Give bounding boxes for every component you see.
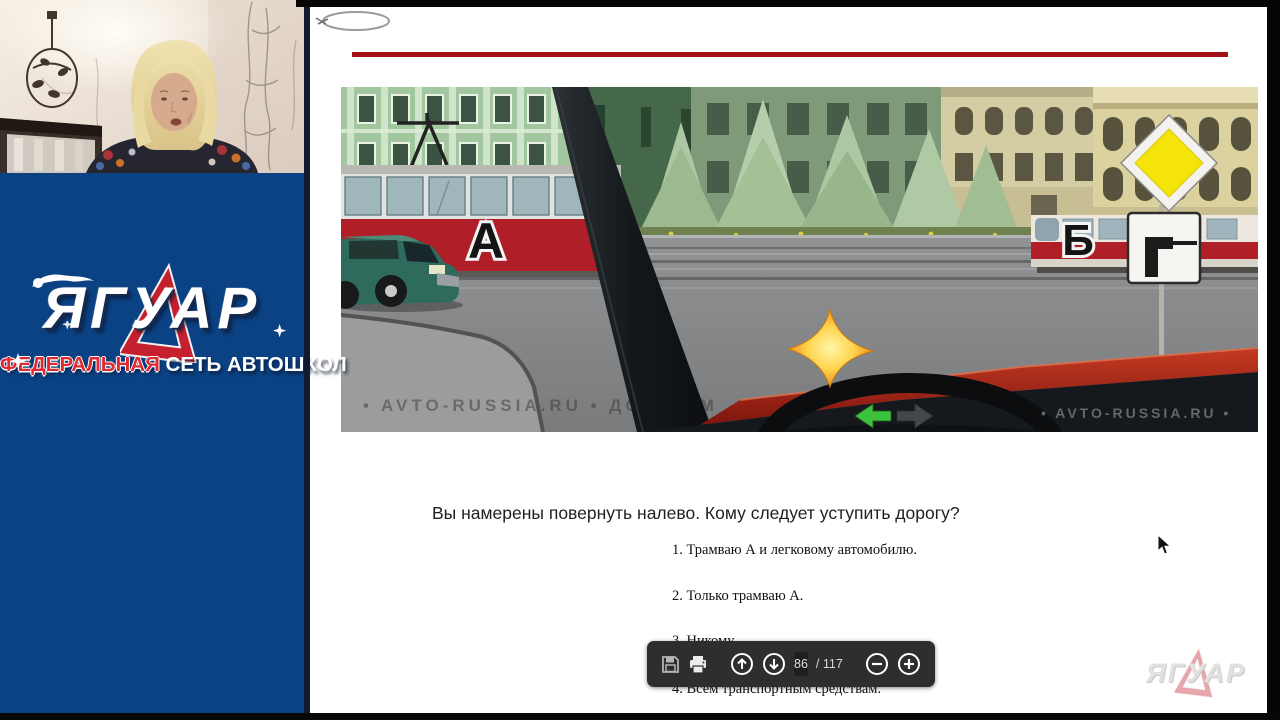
page-total: / 117 (815, 657, 843, 671)
ellipse-doodle (315, 11, 390, 31)
sidebar-branding-panel: ЯГУАР ФЕДЕРАЛЬНАЯ СЕТЬ АВТОШКОЛ (0, 173, 347, 713)
page-down-icon (763, 653, 785, 675)
zoom-out-icon (865, 653, 888, 675)
slide-watermark-right: • AVTO-RUSSIA.RU • (1041, 405, 1231, 421)
fullscreen-icon (943, 653, 964, 675)
webcam-video (0, 0, 304, 173)
presenter-scene (0, 0, 304, 173)
fullscreen-button[interactable] (943, 649, 965, 679)
tram-a-label: А (468, 213, 504, 269)
mirror (0, 118, 102, 173)
brand-logo: ЯГУАР ФЕДЕРАЛЬНАЯ СЕТЬ АВТОШКОЛ (0, 261, 347, 391)
right-frame-bar (1267, 0, 1280, 720)
mouse-cursor (1157, 534, 1172, 555)
print-button[interactable] (688, 649, 708, 679)
slide-image: А Б • AVTO-RUSSIA.RU • ДОБДД М • AVTO-RU… (341, 87, 1258, 432)
answer-option-1: 1. Трамваю А и легковому автомобилю. (672, 542, 917, 558)
page-up-icon (731, 653, 753, 675)
page-down-button[interactable] (762, 649, 786, 679)
tram-b-label: Б (1062, 216, 1094, 265)
save-icon (662, 655, 679, 673)
webinar-screen: ЯГУАР ФЕДЕРАЛЬНАЯ СЕТЬ АВТОШКОЛ А Б • AV… (0, 0, 1280, 720)
main-road-direction-sign (1126, 211, 1202, 285)
watermark-logo: ЯГУАР (1136, 646, 1256, 704)
bottom-frame-bar (0, 713, 1280, 720)
zoom-in-icon (897, 653, 920, 675)
zoom-in-button[interactable] (897, 649, 921, 679)
print-icon (690, 655, 706, 674)
red-divider-line (352, 52, 1228, 57)
pdf-toolbar: 86 / 117 (647, 641, 964, 687)
page-up-button[interactable] (730, 649, 754, 679)
answer-option-2: 2. Только трамваю А. (672, 588, 804, 604)
watermark-logo-text: ЯГУАР (1145, 658, 1247, 688)
panel-border (304, 0, 310, 713)
question-text: Вы намерены повернуть налево. Кому следу… (432, 503, 960, 523)
save-button[interactable] (661, 649, 680, 679)
zoom-out-button[interactable] (865, 649, 889, 679)
page-number-input[interactable]: 86 (794, 652, 808, 676)
sparkles (10, 321, 287, 369)
top-frame-bar (296, 0, 1280, 7)
